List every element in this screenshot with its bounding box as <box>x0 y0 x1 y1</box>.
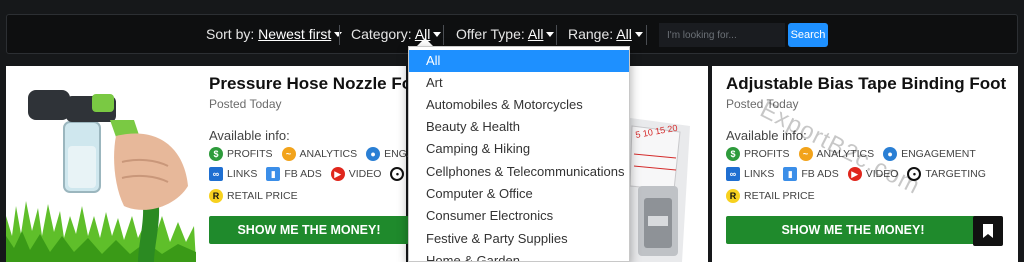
chevron-down-icon <box>546 32 555 37</box>
category-option-automobiles[interactable]: Automobiles & Motorcycles <box>409 94 629 116</box>
product-card: 5 10 15 20 <box>629 66 708 262</box>
show-me-the-money-button[interactable]: SHOW ME THE MONEY! <box>209 216 409 244</box>
link-icon: ∞ <box>726 167 740 181</box>
info-row: R RETAIL PRICE <box>209 189 307 203</box>
play-icon: ▶ <box>330 167 345 181</box>
category-dropdown: All Art Automobiles & Motorcycles Beauty… <box>408 46 630 262</box>
show-me-the-money-button[interactable]: SHOW ME THE MONEY! <box>726 216 980 244</box>
offer-type-filter[interactable]: Offer Type: All <box>456 26 555 42</box>
category-option-art[interactable]: Art <box>409 72 629 94</box>
info-engagement: ● ENGAGEMENT <box>883 147 976 161</box>
info-retail-price: R RETAIL PRICE <box>726 189 815 203</box>
info-targeting: • <box>390 167 408 181</box>
available-info-label: Available info: <box>209 128 290 143</box>
retail-price-icon: R <box>726 189 740 203</box>
info-links: ∞ LINKS <box>209 167 257 181</box>
page: Sort by: Newest first Category: All Offe… <box>0 0 1024 262</box>
sort-label: Sort by: <box>206 26 255 42</box>
sort-filter[interactable]: Sort by: Newest first <box>206 26 343 42</box>
chart-icon: ~ <box>281 147 296 161</box>
range-filter[interactable]: Range: All <box>568 26 643 42</box>
target-icon: • <box>390 167 405 181</box>
dropdown-arrow <box>417 38 433 46</box>
product-image[interactable] <box>6 66 196 262</box>
info-row: R RETAIL PRICE <box>726 189 824 203</box>
bookmark-icon <box>983 224 993 238</box>
dollar-icon: $ <box>209 147 223 161</box>
product-title[interactable]: Pressure Hose Nozzle Foam <box>209 74 437 94</box>
sort-value[interactable]: Newest first <box>258 26 331 42</box>
category-option-home[interactable]: Home & Garden <box>409 250 629 261</box>
category-option-camping[interactable]: Camping & Hiking <box>409 138 629 160</box>
divider <box>443 25 444 45</box>
info-video: ▶ VIDEO <box>330 167 381 181</box>
bar-chart-icon: ▮ <box>266 167 281 181</box>
chevron-down-icon <box>634 32 643 37</box>
product-title[interactable]: Adjustable Bias Tape Binding Foot <box>726 74 1006 94</box>
info-links: ∞ LINKS <box>726 167 774 181</box>
info-fb-ads: ▮ FB ADS <box>783 167 839 181</box>
product-card: Pressure Hose Nozzle Foam Posted Today A… <box>6 66 437 262</box>
category-option-all[interactable]: All <box>409 50 629 72</box>
link-icon: ∞ <box>209 167 223 181</box>
range-value[interactable]: All <box>616 26 632 42</box>
search-button[interactable]: Search <box>788 23 828 47</box>
offer-type-label: Offer Type: <box>456 26 525 42</box>
bar-chart-icon: ▮ <box>783 167 798 181</box>
dollar-icon: $ <box>726 147 740 161</box>
category-option-cellphones[interactable]: Cellphones & Telecommunications <box>409 161 629 183</box>
category-option-computer[interactable]: Computer & Office <box>409 183 629 205</box>
bookmark-button[interactable] <box>973 216 1003 246</box>
search-input[interactable] <box>659 23 785 47</box>
info-profits: $ PROFITS <box>209 147 273 161</box>
category-option-beauty[interactable]: Beauty & Health <box>409 116 629 138</box>
category-option-festive[interactable]: Festive & Party Supplies <box>409 228 629 250</box>
posted-date: Posted Today <box>209 97 282 111</box>
offer-type-value[interactable]: All <box>528 26 544 42</box>
range-label: Range: <box>568 26 614 42</box>
info-fb-ads: ▮ FB ADS <box>266 167 322 181</box>
binding-foot-image[interactable]: 5 10 15 20 <box>629 66 708 262</box>
user-icon: ● <box>366 147 381 161</box>
retail-price-icon: R <box>209 189 223 203</box>
divider <box>339 25 340 45</box>
divider <box>646 25 647 45</box>
chevron-down-icon <box>433 32 442 37</box>
info-retail-price: R RETAIL PRICE <box>209 189 298 203</box>
hose-nozzle-image <box>6 66 196 262</box>
info-profits: $ PROFITS <box>726 147 790 161</box>
info-analytics: ~ ANALYTICS <box>281 147 357 161</box>
category-option-electronics[interactable]: Consumer Electronics <box>409 205 629 227</box>
category-label: Category: <box>351 26 412 42</box>
info-row: ∞ LINKS ▮ FB ADS ▶ VIDEO • <box>209 167 417 181</box>
info-row: $ PROFITS ~ ANALYTICS ● ENGAG <box>209 147 431 161</box>
divider <box>556 25 557 45</box>
